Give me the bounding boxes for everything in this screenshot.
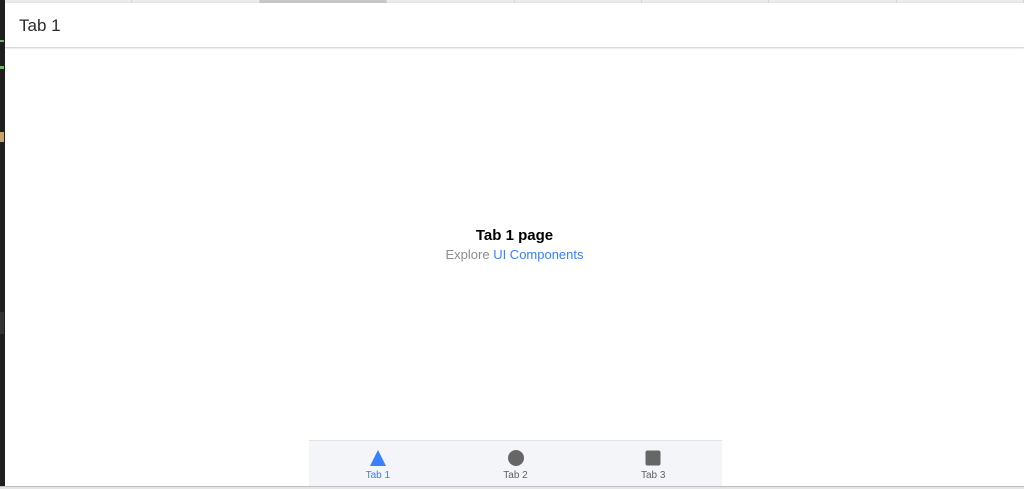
tab-bar: Tab 1 Tab 2 Tab 3	[309, 440, 722, 487]
main-content: Tab 1 page Explore UI Components	[5, 49, 1024, 440]
screen: Tab 1 Tab 1 page Explore UI Components T…	[0, 0, 1024, 489]
page-heading: Tab 1 page	[475, 227, 554, 244]
tab-1-label: Tab 1	[365, 470, 391, 481]
toolbar: Tab 1	[5, 3, 1024, 48]
empty-state: Tab 1 page Explore UI Components	[5, 227, 1024, 263]
tab-2-label: Tab 2	[503, 470, 528, 481]
tab-2-button[interactable]: Tab 2	[447, 441, 585, 487]
ellipse-icon	[507, 449, 525, 467]
triangle-icon	[369, 449, 387, 467]
square-icon	[644, 449, 662, 467]
tab-3-button[interactable]: Tab 3	[584, 441, 722, 487]
app-window: Tab 1 Tab 1 page Explore UI Components T…	[5, 3, 1024, 487]
page-title: Tab 1	[19, 16, 61, 35]
tab-1-button[interactable]: Tab 1	[309, 441, 447, 487]
explore-line: Explore UI Components	[5, 247, 1024, 263]
explore-prefix: Explore	[445, 247, 490, 262]
ui-components-link[interactable]: UI Components	[493, 247, 583, 262]
tab-3-label: Tab 3	[640, 470, 666, 481]
